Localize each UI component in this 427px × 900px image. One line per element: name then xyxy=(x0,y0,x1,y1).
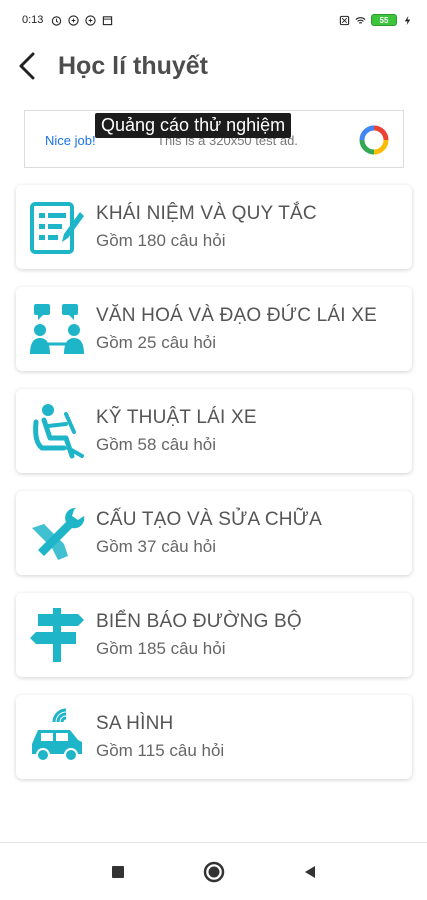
back-button[interactable] xyxy=(0,40,54,92)
category-count: Gồm 25 câu hỏi xyxy=(96,333,217,352)
app-header: Học lí thuyết xyxy=(0,40,427,92)
driver-seat-icon xyxy=(33,404,84,459)
system-nav-bar xyxy=(0,842,427,900)
back-nav-button[interactable] xyxy=(298,860,322,884)
category-icon xyxy=(26,604,88,666)
document-pen-icon xyxy=(30,202,84,254)
sync-icon xyxy=(68,14,80,26)
square-icon xyxy=(111,865,124,878)
calendar-icon xyxy=(103,15,113,25)
ad-banner[interactable]: Nice job! This is a 320x50 test ad. Quản… xyxy=(24,110,404,168)
status-right: 55 xyxy=(339,14,413,26)
category-text: KỸ THUẬT LÁI XE Gồm 58 câu hỏi xyxy=(96,407,257,455)
category-text: VĂN HOÁ VÀ ĐẠO ĐỨC LÁI XE Gồm 25 câu hỏi xyxy=(96,305,377,353)
category-count: Gồm 180 câu hỏi xyxy=(96,231,226,250)
charging-icon xyxy=(404,15,411,25)
category-icon xyxy=(26,502,88,564)
category-title: VĂN HOÁ VÀ ĐẠO ĐỨC LÁI XE xyxy=(96,305,377,326)
wifi-icon xyxy=(355,16,366,24)
status-bar: 0:13 55 xyxy=(0,0,427,40)
category-text: KHÁI NIỆM VÀ QUY TẮC Gồm 180 câu hỏi xyxy=(96,203,317,251)
category-count: Gồm 37 câu hỏi xyxy=(96,537,217,556)
category-icon xyxy=(26,400,88,462)
battery-icon: 55 xyxy=(371,14,397,26)
category-text: BIỂN BÁO ĐƯỜNG BỘ Gồm 185 câu hỏi xyxy=(96,611,302,659)
category-text: SA HÌNH Gồm 115 câu hỏi xyxy=(96,713,224,761)
category-title: KỸ THUẬT LÁI XE xyxy=(96,407,257,428)
ad-logo-icon xyxy=(359,125,389,155)
recents-button[interactable] xyxy=(106,860,130,884)
category-title: SA HÌNH xyxy=(96,713,174,734)
category-count: Gồm 115 câu hỏi xyxy=(96,741,225,760)
category-text: CẤU TẠO VÀ SỬA CHỮA Gồm 37 câu hỏi xyxy=(96,509,322,557)
triangle-back-icon xyxy=(304,865,315,878)
category-icon xyxy=(26,196,88,258)
people-chat-icon xyxy=(30,304,84,354)
category-count: Gồm 58 câu hỏi xyxy=(96,435,217,454)
road-sign-icon xyxy=(30,608,84,662)
car-signal-icon xyxy=(32,708,82,762)
circle-icon xyxy=(203,861,224,882)
sync-icon xyxy=(85,14,97,26)
ad-test-label: Quảng cáo thử nghiệm xyxy=(95,113,292,138)
ad-nice-job-text: Nice job! xyxy=(45,133,96,148)
category-card-concepts[interactable]: KHÁI NIỆM VÀ QUY TẮC Gồm 180 câu hỏi xyxy=(16,185,412,269)
page-title: Học lí thuyết xyxy=(58,51,209,80)
status-time: 0:13 xyxy=(22,14,44,26)
category-title: KHÁI NIỆM VÀ QUY TẮC xyxy=(96,203,317,224)
category-card-driving-course[interactable]: SA HÌNH Gồm 115 câu hỏi xyxy=(16,695,412,779)
category-icon xyxy=(26,298,88,360)
category-title: CẤU TẠO VÀ SỬA CHỮA xyxy=(96,509,322,530)
category-card-road-signs[interactable]: BIỂN BÁO ĐƯỜNG BỘ Gồm 185 câu hỏi xyxy=(16,593,412,677)
no-sim-icon xyxy=(339,15,350,25)
category-count: Gồm 185 câu hỏi xyxy=(96,639,226,658)
category-title: BIỂN BÁO ĐƯỜNG BỘ xyxy=(96,611,302,632)
status-left: 0:13 xyxy=(22,14,113,26)
category-icon xyxy=(26,706,88,768)
alarm-icon xyxy=(52,15,62,26)
wrench-screwdriver-icon xyxy=(32,507,85,560)
home-button[interactable] xyxy=(202,860,226,884)
category-card-driving-technique[interactable]: KỸ THUẬT LÁI XE Gồm 58 câu hỏi xyxy=(16,389,412,473)
chevron-left-icon xyxy=(19,52,35,80)
category-card-culture-ethics[interactable]: VĂN HOÁ VÀ ĐẠO ĐỨC LÁI XE Gồm 25 câu hỏi xyxy=(16,287,412,371)
category-card-structure-repair[interactable]: CẤU TẠO VÀ SỬA CHỮA Gồm 37 câu hỏi xyxy=(16,491,412,575)
